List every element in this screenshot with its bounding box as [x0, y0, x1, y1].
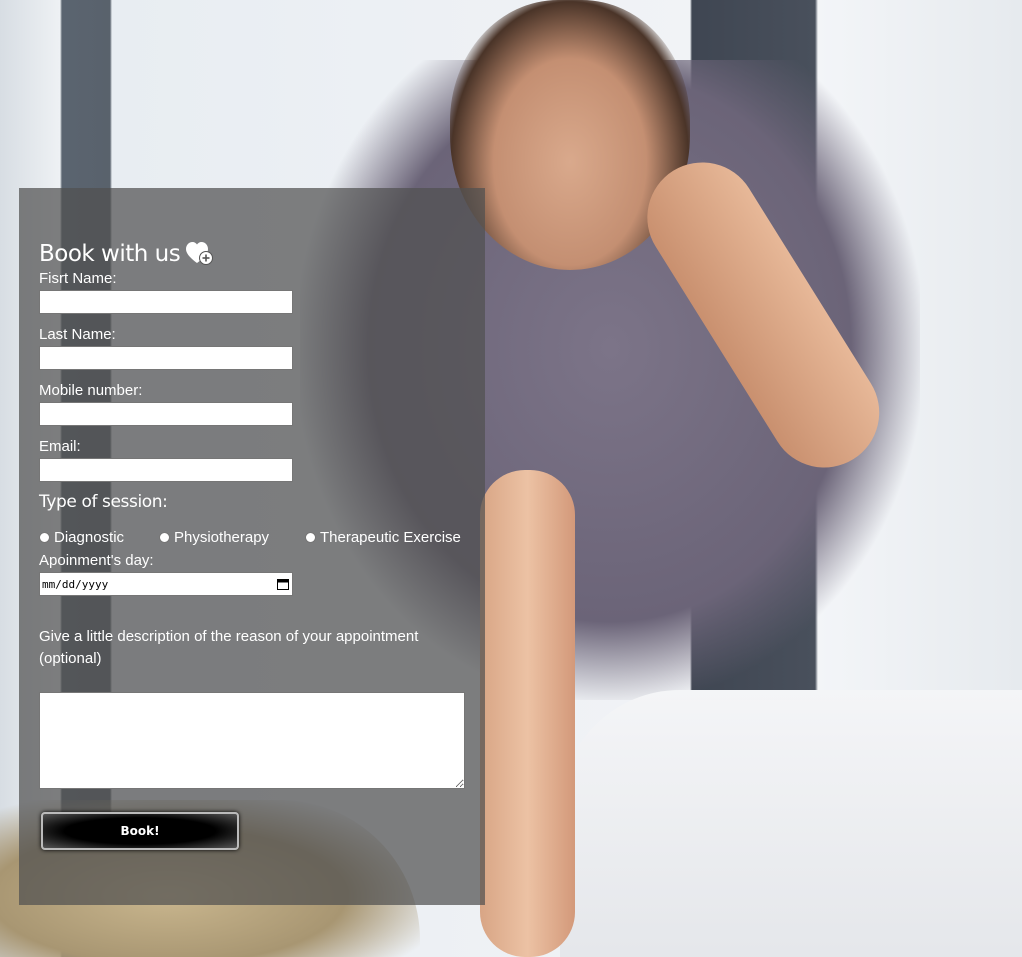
email-label: Email: — [39, 438, 81, 455]
patient-body — [560, 690, 1022, 957]
radio-label-physiotherapy: Physiotherapy — [174, 528, 270, 546]
last-name-input[interactable] — [39, 346, 293, 370]
mobile-number-input[interactable] — [39, 402, 293, 426]
radio-label-therapeutic-exercise: Therapeutic Exercise — [320, 528, 461, 546]
description-label: Give a little description of the reason … — [39, 628, 419, 667]
booking-title: Book with us — [39, 238, 465, 270]
radio-button-physiotherapy[interactable] — [159, 531, 170, 543]
appointment-date-label: Apoinment's day: — [39, 552, 154, 569]
email-input[interactable] — [39, 458, 293, 482]
radio-button-diagnostic[interactable] — [39, 531, 50, 543]
first-name-label: Fisrt Name: — [39, 270, 117, 287]
calendar-icon[interactable] — [277, 578, 289, 590]
page: Book with us Fisrt Name: Last Name: Mobi… — [0, 0, 1022, 957]
heart-plus-icon — [186, 242, 214, 266]
date-placeholder: mm/dd/yyyy — [42, 577, 109, 591]
description-textarea[interactable] — [39, 692, 465, 789]
session-type-title: Type of session: — [39, 492, 168, 512]
book-button[interactable]: Book! — [41, 812, 239, 850]
appointment-date-input[interactable]: mm/dd/yyyy — [39, 572, 293, 596]
last-name-label: Last Name: — [39, 326, 116, 343]
first-name-input[interactable] — [39, 290, 293, 314]
booking-title-text: Book with us — [39, 241, 181, 267]
radio-physiotherapy[interactable]: Physiotherapy — [159, 529, 305, 546]
booking-form: Book with us Fisrt Name: Last Name: Mobi… — [19, 188, 485, 905]
radio-label-diagnostic: Diagnostic — [54, 528, 125, 546]
patient-arm — [480, 470, 575, 957]
radio-diagnostic[interactable]: Diagnostic — [39, 529, 159, 546]
radio-therapeutic-exercise[interactable]: Therapeutic Exercise — [305, 529, 461, 546]
session-type-radio-group: Diagnostic Physiotherapy Therapeutic Exe… — [39, 526, 465, 548]
radio-button-therapeutic-exercise[interactable] — [305, 531, 316, 543]
mobile-number-label: Mobile number: — [39, 382, 143, 399]
